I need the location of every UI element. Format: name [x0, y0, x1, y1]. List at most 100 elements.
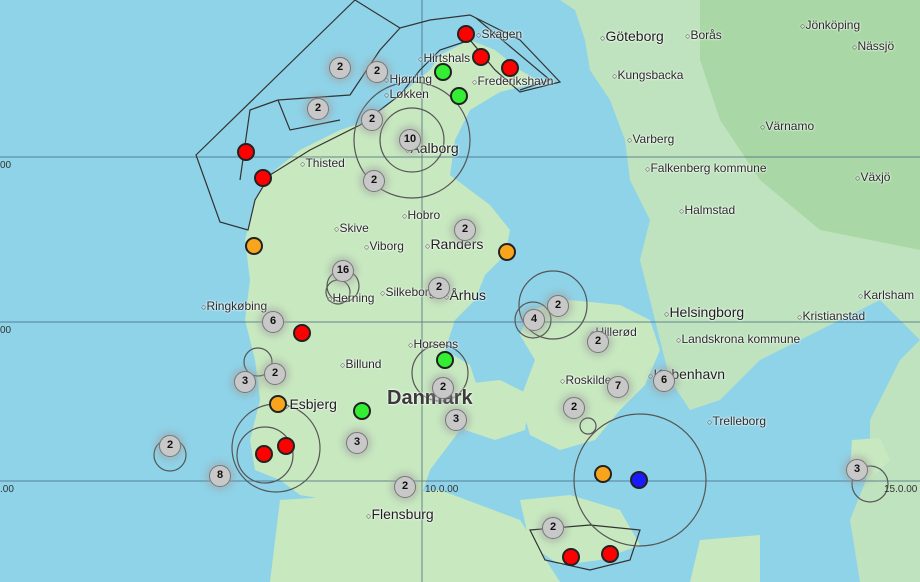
city-name: Løkken — [389, 87, 429, 101]
grid-label: .00 — [0, 484, 14, 495]
city-name: Horsens — [413, 337, 459, 351]
city-name: Växjö — [860, 170, 891, 184]
cluster-marker[interactable]: 3 — [445, 409, 467, 431]
city-label: ○Kungsbacka — [612, 69, 683, 82]
city-name: Varberg — [632, 132, 675, 146]
red-marker[interactable] — [472, 48, 490, 66]
grid-label: 15.0.00 — [884, 484, 918, 495]
cluster-marker[interactable]: 8 — [209, 465, 231, 487]
city-label: ○Trelleborg — [707, 415, 766, 428]
cluster-marker[interactable]: 2 — [264, 363, 286, 385]
grid-label: 00 — [0, 325, 12, 336]
country-label: Danmark — [387, 387, 473, 409]
cluster-marker[interactable]: 2 — [563, 397, 585, 419]
city-label: ○Varberg — [627, 133, 674, 146]
cluster-marker[interactable]: 2 — [542, 517, 564, 539]
city-label: ○Frederikshavn — [472, 75, 553, 88]
cluster-marker[interactable]: 2 — [428, 277, 450, 299]
city-name: Göteborg — [605, 28, 664, 44]
orange-marker[interactable] — [498, 243, 516, 261]
cluster-marker[interactable]: 2 — [329, 57, 351, 79]
city-label: ○Helsingborg — [664, 305, 744, 320]
city-label: ○Thisted — [300, 157, 345, 170]
cluster-marker[interactable]: 2 — [432, 377, 454, 399]
cluster-marker[interactable]: 10 — [399, 129, 421, 151]
city-label: ○Jönköping — [800, 19, 860, 32]
map-view[interactable]: ○Göteborg ○Borås ○Jönköping ○Nässjö ○Kungsba… — [0, 0, 920, 582]
city-label: ○Skive — [334, 222, 369, 235]
city-name: Herning — [332, 291, 375, 305]
cluster-marker[interactable]: 2 — [394, 476, 416, 498]
city-label: ○Herning — [327, 292, 374, 305]
grid-label: 00 — [0, 160, 12, 171]
city-label: ○Flensburg — [366, 506, 434, 522]
city-label: ○Falkenberg kommune — [645, 162, 767, 175]
cluster-marker[interactable]: 16 — [332, 260, 354, 282]
city-label: ○Horsens — [408, 338, 458, 351]
cluster-marker[interactable]: 3 — [234, 371, 256, 393]
city-name: Trelleborg — [712, 414, 767, 428]
city-name: Hobro — [407, 208, 441, 222]
cluster-marker[interactable]: 4 — [523, 309, 545, 331]
city-label: ○Göteborg — [600, 28, 664, 44]
cluster-marker[interactable]: 2 — [159, 435, 181, 457]
city-label: ○Hjørring — [384, 73, 432, 86]
city-name: Århus — [449, 287, 487, 303]
cluster-marker[interactable]: 2 — [366, 61, 388, 83]
city-label: ○Roskilde — [560, 374, 611, 387]
city-name: Värnamo — [765, 119, 815, 133]
cluster-marker[interactable]: 6 — [653, 370, 675, 392]
red-marker[interactable] — [562, 548, 580, 566]
orange-marker[interactable] — [269, 395, 287, 413]
city-name: Frederikshavn — [477, 74, 554, 88]
orange-marker[interactable] — [245, 237, 263, 255]
city-name: Viborg — [369, 239, 404, 253]
red-marker[interactable] — [293, 324, 311, 342]
city-label: ○Halmstad — [679, 204, 735, 217]
red-marker[interactable] — [255, 445, 273, 463]
red-marker[interactable] — [601, 545, 619, 563]
city-label: ○Viborg — [364, 240, 404, 253]
cluster-marker[interactable]: 3 — [846, 459, 868, 481]
city-label: ○Borås — [685, 29, 722, 42]
cluster-marker[interactable]: 7 — [607, 376, 629, 398]
city-label: ○Esbjerg — [284, 397, 337, 412]
green-marker[interactable] — [434, 63, 452, 81]
city-name: Roskilde — [565, 373, 612, 387]
city-name: Ringkøbing — [206, 299, 268, 313]
city-name: Flensburg — [371, 506, 434, 522]
red-marker[interactable] — [457, 25, 475, 43]
city-label: ○Nässjö — [852, 40, 894, 53]
city-name: Falkenberg kommune — [650, 161, 767, 175]
cluster-marker[interactable]: 2 — [307, 98, 329, 120]
city-name: Landskrona kommune — [681, 332, 801, 346]
cluster-marker[interactable]: 3 — [346, 432, 368, 454]
city-name: Kristianstad — [802, 309, 866, 323]
red-marker[interactable] — [277, 437, 295, 455]
city-name: Skagen — [481, 27, 523, 41]
cluster-marker[interactable]: 2 — [363, 170, 385, 192]
cluster-marker[interactable]: 2 — [587, 331, 609, 353]
city-label: ○Växjö — [855, 171, 890, 184]
city-name: Skive — [339, 221, 369, 235]
red-marker[interactable] — [501, 59, 519, 77]
green-marker[interactable] — [353, 402, 371, 420]
grid-label: 10.0.00 — [425, 484, 459, 495]
orange-marker[interactable] — [594, 465, 612, 483]
blue-marker[interactable] — [630, 471, 648, 489]
city-label: ○Ringkøbing — [201, 300, 267, 313]
green-marker[interactable] — [450, 87, 468, 105]
red-marker[interactable] — [254, 169, 272, 187]
city-label: ○Billund — [340, 358, 381, 371]
cluster-marker[interactable]: 6 — [262, 311, 284, 333]
city-name: Halmstad — [684, 203, 736, 217]
city-name: Hjørring — [389, 72, 433, 86]
red-marker[interactable] — [237, 143, 255, 161]
city-label: ○Landskrona kommune — [676, 333, 800, 346]
cluster-marker[interactable]: 2 — [454, 219, 476, 241]
green-marker[interactable] — [436, 351, 454, 369]
city-label: ○Skagen — [476, 28, 522, 41]
cluster-marker[interactable]: 2 — [547, 295, 569, 317]
cluster-marker[interactable]: 2 — [361, 109, 383, 131]
city-name: Thisted — [305, 156, 345, 170]
